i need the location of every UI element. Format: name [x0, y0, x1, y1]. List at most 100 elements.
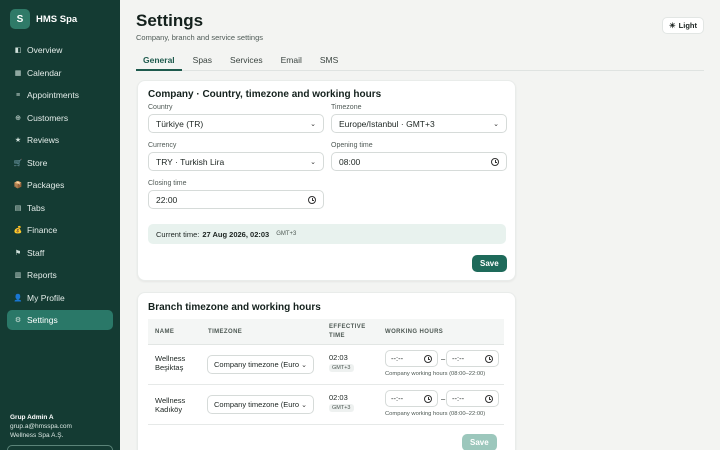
column-working-hours: WORKING HOURS	[385, 329, 444, 335]
working-hours-start-input[interactable]: --:--	[385, 390, 438, 407]
sidebar-item-label: Reviews	[27, 135, 60, 145]
receipt-icon: ▤	[14, 204, 22, 212]
tab-general[interactable]: General	[136, 51, 182, 71]
sidebar-item-appointments[interactable]: ≡ Appointments	[7, 85, 113, 105]
sun-icon: ☀	[668, 21, 676, 30]
currency-select[interactable]: TRY · Turkish Lira ⌄	[148, 152, 324, 171]
package-icon: 📦	[13, 182, 23, 189]
sidebar-item-calendar[interactable]: ▦ Calendar	[7, 63, 113, 83]
column-effective: EFFECTIVE	[329, 324, 366, 330]
timezone-label: Timezone	[331, 104, 362, 111]
sidebar-item-store[interactable]: 🛒 Store	[7, 153, 113, 173]
sidebar-item-reports[interactable]: ▥ Reports	[7, 265, 113, 285]
working-hours-start-input[interactable]: --:--	[385, 350, 438, 367]
branch-timezone-select[interactable]: Company timezone (Euro ⌄	[207, 355, 314, 374]
effective-time: 02:03 GMT+3	[329, 393, 354, 412]
brand[interactable]: S HMS Spa	[10, 9, 77, 29]
company-card-title: Company · Country, timezone and working …	[148, 89, 382, 100]
branch-save-button[interactable]: Save	[462, 434, 497, 450]
timezone-select[interactable]: Europe/Istanbul · GMT+3 ⌄	[331, 114, 507, 133]
branch-name: Wellness Beşiktaş	[155, 354, 195, 372]
user-org: Wellness Spa A.Ş.	[10, 432, 64, 439]
sidebar-item-label: Store	[27, 157, 48, 168]
settings-tabs: General Spas Services Email SMS	[136, 51, 704, 71]
column-effective-time: TIME	[329, 333, 345, 339]
brand-logo: S	[10, 9, 30, 29]
profile-icon: 👤	[13, 294, 23, 302]
sidebar-item-packages[interactable]: 📦 Packages	[7, 175, 113, 195]
chevron-down-icon: ⌄	[493, 120, 499, 128]
clock-icon	[491, 157, 499, 166]
opening-time-input[interactable]: 08:00	[331, 152, 507, 171]
calendar-icon: ▦	[14, 69, 22, 77]
effective-time-tz-badge: GMT+3	[329, 404, 354, 412]
effective-time-value: 02:03	[329, 393, 348, 402]
current-time-banner: Current time: 27 Aug 2026, 02:03 GMT+3	[148, 224, 506, 244]
clock-icon	[424, 354, 432, 363]
money-icon: 💰	[13, 227, 23, 234]
effective-time-tz-badge: GMT+3	[329, 364, 354, 372]
page-subtitle: Company, branch and service settings	[136, 33, 264, 42]
opening-time-value: 08:00	[339, 156, 361, 167]
chart-icon: ▥	[14, 272, 22, 279]
user-name: Grup Admin A	[10, 414, 54, 421]
timezone-value: Europe/Istanbul · GMT+3	[339, 118, 435, 129]
currency-label: Currency	[148, 142, 177, 149]
working-hours-hint: Company working hours (08:00–22:00)	[385, 411, 486, 417]
customers-icon: ⊕	[15, 114, 21, 122]
clock-icon	[485, 394, 493, 403]
closing-time-input[interactable]: 22:00	[148, 190, 324, 209]
country-label: Country	[148, 104, 173, 111]
sidebar-item-my-profile[interactable]: 👤 My Profile	[7, 288, 113, 308]
sidebar-item-staff[interactable]: ⚑ Staff	[7, 243, 113, 263]
working-hours-end-input[interactable]: --:--	[446, 390, 499, 407]
company-save-button[interactable]: Save	[472, 255, 507, 272]
branch-timezone-value: Company timezone (Euro	[214, 360, 300, 369]
sidebar-item-customers[interactable]: ⊕ Customers	[7, 108, 113, 128]
sidebar-item-label: Tabs	[27, 202, 45, 213]
sidebar-item-overview[interactable]: ◧ Overview	[7, 40, 113, 60]
theme-toggle-button[interactable]: ☀ Light	[661, 17, 704, 34]
working-hours-end-input[interactable]: --:--	[446, 350, 499, 367]
clock-icon	[485, 354, 493, 363]
overview-icon: ◧	[14, 47, 22, 54]
sidebar-item-label: Staff	[27, 247, 45, 258]
sidebar-item-label: My Profile	[27, 292, 65, 303]
sidebar-item-finance[interactable]: 💰 Finance	[7, 220, 113, 240]
branch-name-line2: Beşiktaş	[155, 363, 184, 372]
start-time-value: --:--	[391, 394, 404, 403]
tab-spas[interactable]: Spas	[186, 51, 219, 71]
tab-sms[interactable]: SMS	[313, 51, 345, 71]
sidebar-item-settings[interactable]: ⚙ Settings	[7, 310, 113, 330]
branch-timezone-select[interactable]: Company timezone (Euro ⌄	[207, 395, 314, 414]
clock-icon	[308, 195, 316, 204]
sidebar-item-label: Customers	[27, 112, 69, 123]
effective-time-value: 02:03	[329, 353, 348, 362]
user-info: Grup Admin A grup.a@hmsspa.com Wellness …	[10, 413, 72, 440]
sidebar-item-label: Settings	[27, 315, 58, 325]
column-timezone: TIMEZONE	[208, 329, 243, 335]
sidebar-item-tabs[interactable]: ▤ Tabs	[7, 198, 113, 218]
table-row: Wellness Kadıköy Company timezone (Euro …	[148, 385, 504, 425]
branch-name-line1: Wellness	[155, 354, 186, 363]
main-content: Settings Company, branch and service set…	[120, 0, 720, 450]
tab-email[interactable]: Email	[274, 51, 309, 71]
page-title: Settings	[136, 11, 204, 30]
column-name: NAME	[155, 329, 175, 335]
closing-time-value: 22:00	[156, 194, 178, 205]
brand-name: HMS Spa	[36, 13, 78, 25]
chevron-down-icon: ⌄	[301, 401, 307, 409]
tab-services[interactable]: Services	[223, 51, 270, 71]
company-settings-card: Company · Country, timezone and working …	[137, 80, 516, 281]
end-time-value: --:--	[452, 354, 465, 363]
time-range-separator: –	[441, 354, 446, 363]
time-range-separator: –	[441, 394, 446, 403]
sidebar-item-reviews[interactable]: ★ Reviews	[7, 130, 113, 150]
user-email: grup.a@hmsspa.com	[10, 423, 72, 430]
country-select[interactable]: Türkiye (TR) ⌄	[148, 114, 324, 133]
branch-name-line2: Kadıköy	[155, 405, 183, 414]
current-time-prefix: Current time:	[156, 229, 200, 239]
sidebar-item-label: Calendar	[27, 67, 62, 78]
cart-icon: 🛒	[13, 159, 23, 167]
user-menu-button[interactable]	[7, 445, 113, 450]
